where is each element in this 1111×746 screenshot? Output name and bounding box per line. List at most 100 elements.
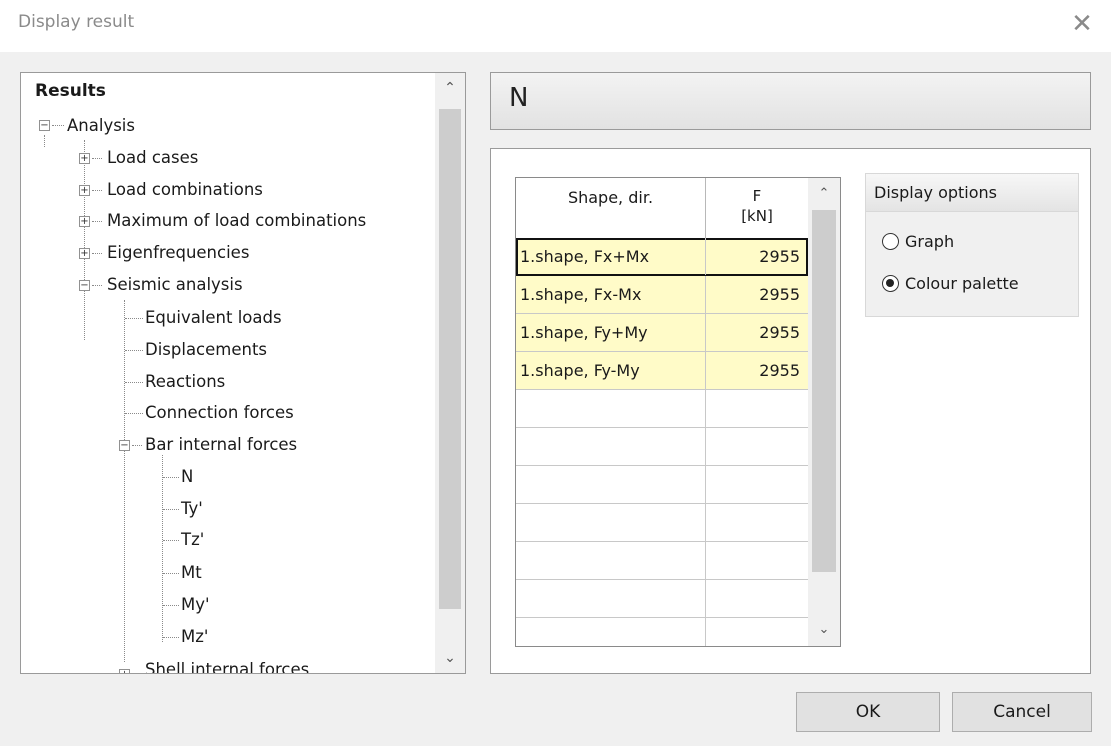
tree-line bbox=[162, 455, 163, 642]
table-row[interactable]: 1.shape, Fx+Mx 2955 bbox=[516, 238, 808, 276]
table-row-empty[interactable] bbox=[516, 618, 808, 646]
tree-line bbox=[125, 413, 143, 414]
expand-icon[interactable]: + bbox=[79, 185, 90, 196]
tree-line bbox=[163, 540, 179, 541]
tree-item-eigenfrequencies[interactable]: Eigenfrequencies bbox=[107, 240, 249, 266]
cell-empty bbox=[516, 466, 706, 503]
radio-checked-icon[interactable] bbox=[882, 275, 899, 292]
title-bar: Display result ✕ bbox=[0, 0, 1111, 52]
tree-line bbox=[163, 477, 179, 478]
tree-line bbox=[52, 125, 64, 126]
tree-item-mz[interactable]: Mz' bbox=[181, 624, 208, 650]
cell-shape: 1.shape, Fx-Mx bbox=[516, 276, 706, 313]
radio-graph-label: Graph bbox=[905, 232, 955, 251]
radio-graph[interactable]: Graph bbox=[882, 228, 954, 256]
cancel-button[interactable]: Cancel bbox=[952, 692, 1092, 732]
cell-empty bbox=[516, 504, 706, 541]
ok-button[interactable]: OK bbox=[796, 692, 940, 732]
table-row-empty[interactable] bbox=[516, 466, 808, 504]
tree-line bbox=[125, 350, 143, 351]
close-button[interactable]: ✕ bbox=[1059, 4, 1105, 44]
tree-item-tz[interactable]: Tz' bbox=[181, 527, 204, 553]
tree-item-analysis[interactable]: Analysis bbox=[67, 113, 135, 139]
table-row-empty[interactable] bbox=[516, 580, 808, 618]
expand-icon[interactable]: + bbox=[79, 153, 90, 164]
tree-scrollbar[interactable]: ⌃ ⌄ bbox=[435, 73, 465, 673]
tree-line bbox=[124, 300, 125, 662]
cell-shape: 1.shape, Fx+Mx bbox=[516, 238, 706, 275]
tree-line bbox=[125, 382, 143, 383]
cell-empty bbox=[706, 618, 808, 646]
cell-empty bbox=[706, 428, 808, 465]
close-icon: ✕ bbox=[1071, 9, 1093, 39]
collapse-icon[interactable]: − bbox=[119, 440, 130, 451]
cell-f: 2955 bbox=[759, 285, 800, 304]
tree-line bbox=[163, 509, 179, 510]
collapse-icon[interactable]: − bbox=[79, 280, 90, 291]
scroll-down-icon[interactable]: ⌄ bbox=[808, 616, 840, 644]
tree-line bbox=[92, 285, 102, 286]
expand-icon[interactable]: + bbox=[79, 216, 90, 227]
tree-item-load-combinations[interactable]: Load combinations bbox=[107, 177, 263, 203]
tree-line bbox=[163, 605, 179, 606]
cell-empty bbox=[706, 504, 808, 541]
tree-line bbox=[84, 140, 85, 340]
tree-line bbox=[92, 158, 102, 159]
tree-content: Results − Analysis + Load cases + Load c… bbox=[21, 73, 435, 673]
cell-f: 2955 bbox=[759, 247, 800, 266]
display-options-title: Display options bbox=[866, 174, 1078, 212]
expand-icon[interactable]: + bbox=[119, 669, 130, 673]
cell-empty bbox=[706, 542, 808, 579]
tree-item-equivalent-loads[interactable]: Equivalent loads bbox=[145, 305, 282, 331]
tree-scroll-thumb[interactable] bbox=[439, 109, 461, 609]
display-options-group: Display options Graph Colour palette bbox=[865, 173, 1079, 317]
tree-line bbox=[125, 318, 143, 319]
radio-colour-palette[interactable]: Colour palette bbox=[882, 270, 1019, 298]
result-panel: Shape, dir. F [kN] 1.shape, Fx+Mx 2955 1… bbox=[490, 148, 1091, 674]
table-row-empty[interactable] bbox=[516, 542, 808, 580]
cell-shape: 1.shape, Fy+My bbox=[516, 314, 706, 351]
tree-line bbox=[44, 135, 45, 147]
tree-item-ty[interactable]: Ty' bbox=[181, 496, 203, 522]
column-header-shape[interactable]: Shape, dir. bbox=[516, 178, 706, 238]
grid-scroll-thumb[interactable] bbox=[812, 210, 836, 572]
cell-shape: 1.shape, Fy-My bbox=[516, 352, 706, 389]
tree-item-load-cases[interactable]: Load cases bbox=[107, 145, 198, 171]
collapse-icon[interactable]: − bbox=[39, 120, 50, 131]
radio-colour-palette-label: Colour palette bbox=[905, 274, 1019, 293]
table-row[interactable]: 1.shape, Fx-Mx 2955 bbox=[516, 276, 808, 314]
radio-unchecked-icon[interactable] bbox=[882, 233, 899, 250]
results-tree[interactable]: Results − Analysis + Load cases + Load c… bbox=[20, 72, 466, 674]
tree-item-max-load-combinations[interactable]: Maximum of load combinations bbox=[107, 208, 366, 234]
tree-item-n[interactable]: N bbox=[181, 464, 193, 490]
tree-item-mt[interactable]: Mt bbox=[181, 560, 202, 586]
column-header-f[interactable]: F [kN] bbox=[706, 178, 808, 238]
grid-scrollbar[interactable]: ⌃ ⌄ bbox=[808, 178, 840, 646]
table-row[interactable]: 1.shape, Fy-My 2955 bbox=[516, 352, 808, 390]
table-row-empty[interactable] bbox=[516, 504, 808, 542]
scroll-up-icon[interactable]: ⌃ bbox=[435, 73, 465, 103]
tree-item-connection-forces[interactable]: Connection forces bbox=[145, 400, 294, 426]
cell-empty bbox=[516, 390, 706, 427]
scroll-down-icon[interactable]: ⌄ bbox=[435, 643, 465, 673]
cell-empty bbox=[516, 428, 706, 465]
window-title: Display result bbox=[18, 12, 135, 32]
tree-line bbox=[132, 445, 142, 446]
tree-item-shell-internal-forces[interactable]: Shell internal forces bbox=[145, 657, 309, 673]
expand-icon[interactable]: + bbox=[79, 248, 90, 259]
table-row-empty[interactable] bbox=[516, 390, 808, 428]
tree-item-reactions[interactable]: Reactions bbox=[145, 369, 225, 395]
cell-empty bbox=[516, 542, 706, 579]
scroll-up-icon[interactable]: ⌃ bbox=[808, 180, 840, 208]
tree-item-bar-internal-forces[interactable]: Bar internal forces bbox=[145, 432, 297, 458]
tree-item-seismic-analysis[interactable]: Seismic analysis bbox=[107, 272, 243, 298]
tree-item-displacements[interactable]: Displacements bbox=[145, 337, 267, 363]
column-header-f-unit: [kN] bbox=[741, 207, 773, 225]
result-header: N bbox=[490, 72, 1091, 130]
table-row[interactable]: 1.shape, Fy+My 2955 bbox=[516, 314, 808, 352]
table-row-empty[interactable] bbox=[516, 428, 808, 466]
cell-empty bbox=[516, 580, 706, 617]
tree-item-my[interactable]: My' bbox=[181, 592, 210, 618]
cell-empty bbox=[516, 618, 706, 646]
results-grid[interactable]: Shape, dir. F [kN] 1.shape, Fx+Mx 2955 1… bbox=[515, 177, 841, 647]
